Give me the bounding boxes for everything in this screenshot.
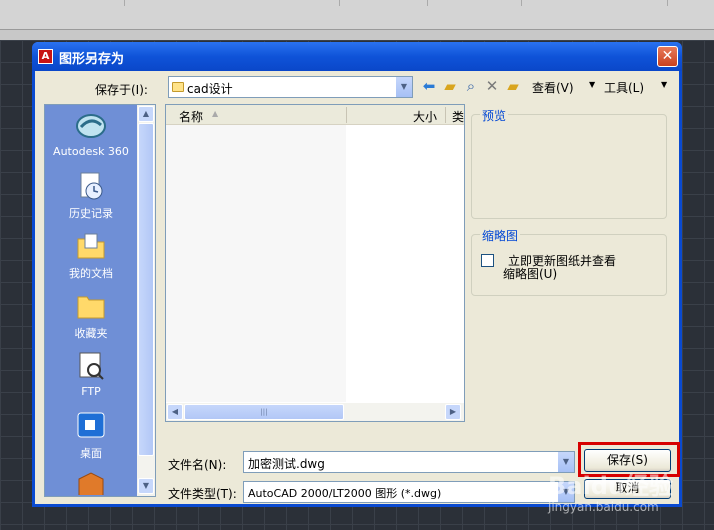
place-my-documents[interactable]: 我的文档: [45, 231, 137, 291]
history-icon: [80, 172, 103, 200]
ribbon-segment: [340, 0, 428, 6]
back-arrow-icon[interactable]: ⬅: [420, 77, 438, 95]
ftp-icon: [79, 352, 104, 380]
search-web-icon[interactable]: ⌕: [462, 77, 480, 95]
watermark: Baidu经验: [548, 472, 673, 500]
my-documents-icon: [77, 233, 105, 259]
scroll-right-icon[interactable]: ▶: [445, 404, 461, 420]
preview-group: 预览: [471, 107, 667, 219]
column-type[interactable]: 类: [452, 108, 464, 125]
column-divider: [346, 107, 347, 123]
file-list-header: 名称 ▲ 大小 类: [166, 105, 464, 125]
ribbon-segment: [125, 0, 340, 6]
place-more[interactable]: [45, 471, 137, 495]
place-favorites[interactable]: 收藏夹: [45, 291, 137, 351]
filename-input[interactable]: 加密测试.dwg ▼: [243, 451, 575, 473]
scroll-thumb[interactable]: |||: [184, 404, 344, 420]
scroll-up-icon[interactable]: ▲: [138, 106, 154, 122]
place-label: Autodesk 360: [53, 145, 129, 158]
column-size[interactable]: 大小: [413, 108, 437, 125]
ribbon-segment: [522, 0, 668, 6]
background-app-ribbon: [0, 0, 714, 30]
tools-menu[interactable]: 工具(L): [604, 79, 644, 96]
sort-arrow-icon: ▲: [212, 109, 219, 118]
place-ftp[interactable]: FTP: [45, 351, 137, 411]
preview-title: 预览: [480, 107, 509, 124]
up-folder-icon[interactable]: ▰: [441, 77, 459, 95]
filetype-label: 文件类型(T):: [168, 487, 237, 501]
save-in-label: 保存于(I):: [95, 83, 148, 97]
place-label: 桌面: [80, 447, 102, 460]
update-thumbnail-checkbox[interactable]: [481, 254, 494, 267]
background-tab-bar: [0, 30, 714, 40]
place-autodesk-360[interactable]: Autodesk 360: [45, 111, 137, 171]
new-folder-icon[interactable]: ▰: [504, 77, 522, 95]
column-divider: [445, 107, 446, 123]
places-bar: Autodesk 360 历史记录 我的文档 收藏夹 FTP 桌面 ▲ ▼: [44, 104, 156, 497]
watermark-url: jingyan.baidu.com: [548, 500, 659, 514]
desktop-icon: [77, 412, 105, 438]
update-thumbnail-label-2: 缩略图(U): [503, 267, 558, 281]
save-in-dropdown[interactable]: cad设计 ▼: [168, 76, 413, 98]
view-dropdown-arrow-icon[interactable]: ▼: [589, 80, 595, 89]
tools-dropdown-arrow-icon[interactable]: ▼: [661, 80, 667, 89]
thumbnail-title: 缩略图: [480, 227, 521, 244]
chevron-down-icon[interactable]: ▼: [395, 77, 412, 97]
scroll-left-icon[interactable]: ◀: [167, 404, 183, 420]
title-bar[interactable]: A 图形另存为 ✕: [32, 42, 682, 71]
filetype-value: AutoCAD 2000/LT2000 图形 (*.dwg): [248, 487, 442, 500]
close-button[interactable]: ✕: [657, 46, 678, 67]
autodesk-360-icon: [76, 114, 106, 138]
view-menu[interactable]: 查看(V): [532, 79, 574, 96]
filename-label: 文件名(N):: [168, 458, 227, 472]
scroll-down-icon[interactable]: ▼: [138, 478, 154, 494]
place-label: 历史记录: [69, 207, 113, 220]
save-in-value: cad设计: [187, 82, 233, 96]
file-list-hscrollbar[interactable]: ◀ ||| ▶: [166, 403, 464, 421]
delete-icon[interactable]: ✕: [483, 77, 501, 95]
file-list[interactable]: 名称 ▲ 大小 类 ◀ ||| ▶: [165, 104, 465, 422]
dialog-title: 图形另存为: [59, 52, 125, 67]
folder-icon: [172, 82, 184, 92]
place-label: FTP: [81, 385, 101, 398]
places-scrollbar[interactable]: ▲ ▼: [137, 105, 155, 496]
file-list-body: [166, 125, 346, 402]
briefcase-icon: [78, 472, 104, 495]
place-label: 收藏夹: [74, 327, 108, 340]
filename-value: 加密测试.dwg: [248, 457, 325, 471]
filetype-dropdown[interactable]: AutoCAD 2000/LT2000 图形 (*.dwg) ▼: [243, 481, 575, 503]
scroll-thumb[interactable]: [138, 123, 154, 456]
autocad-logo-icon: A: [38, 49, 53, 64]
place-history[interactable]: 历史记录: [45, 171, 137, 231]
ribbon-segment: [428, 0, 522, 6]
place-label: 我的文档: [69, 267, 113, 280]
place-desktop[interactable]: 桌面: [45, 411, 137, 471]
save-as-dialog: A 图形另存为 ✕ 保存于(I): cad设计 ▼ ⬅ ▰ ⌕ ✕ ▰ 查看(V…: [32, 42, 682, 507]
column-name[interactable]: 名称: [179, 108, 203, 125]
favorites-folder-icon: [77, 296, 105, 319]
ribbon-segment: [0, 0, 125, 6]
thumbnail-group: 缩略图 立即更新图纸并查看 缩略图(U): [471, 227, 667, 296]
